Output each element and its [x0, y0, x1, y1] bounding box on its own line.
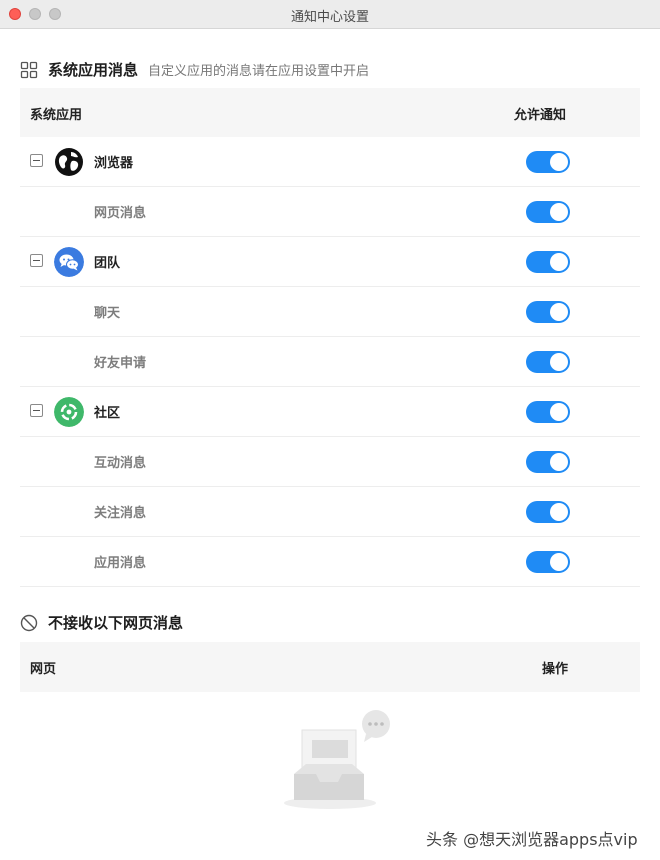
sub-label-interaction-messages: 互动消息	[94, 456, 147, 471]
toggle-knob	[550, 503, 568, 521]
system-apps-section-header: 系统应用消息 自定义应用的消息请在应用设置中开启	[20, 59, 369, 80]
toggle-community[interactable]	[526, 401, 570, 423]
toggle-knob	[550, 403, 568, 421]
toggle-web-messages[interactable]	[526, 201, 570, 223]
app-row-browser: 浏览器	[20, 137, 640, 187]
title-bar: 通知中心设置	[0, 0, 660, 29]
toggle-knob	[550, 203, 568, 221]
sub-label-friend-requests: 好友申请	[94, 356, 147, 371]
toggle-chat[interactable]	[526, 301, 570, 323]
grid-icon	[20, 61, 38, 78]
sub-row-chat: 聊天	[20, 287, 640, 337]
system-apps-section-title: 系统应用消息	[48, 61, 139, 79]
column-header-page: 网页	[30, 662, 57, 677]
toggle-knob	[550, 553, 568, 571]
sub-row-interaction-messages: 互动消息	[20, 437, 640, 487]
blocked-pages-table-header: 网页 操作	[20, 642, 640, 692]
watermark-text: 头条 @想天浏览器apps点vip	[426, 830, 638, 849]
toggle-knob	[550, 253, 568, 271]
blocked-pages-section-title: 不接收以下网页消息	[48, 614, 184, 632]
globe-icon	[55, 148, 83, 176]
sub-label-web-messages: 网页消息	[94, 206, 147, 221]
sub-label-app-messages: 应用消息	[94, 556, 147, 571]
toggle-knob	[550, 453, 568, 471]
sub-row-app-messages: 应用消息	[20, 537, 640, 587]
block-icon	[20, 614, 38, 631]
chat-bubbles-icon	[54, 247, 84, 277]
toggle-friend-requests[interactable]	[526, 351, 570, 373]
toggle-knob	[550, 153, 568, 171]
system-apps-table-header: 系统应用 允许通知	[20, 88, 640, 137]
collapse-toggle[interactable]	[30, 404, 43, 417]
system-apps-section-description: 自定义应用的消息请在应用设置中开启	[148, 64, 370, 79]
sub-row-web-messages: 网页消息	[20, 187, 640, 237]
sub-row-friend-requests: 好友申请	[20, 337, 640, 387]
sub-label-chat: 聊天	[94, 306, 121, 321]
column-header-app: 系统应用	[30, 108, 83, 123]
toggle-follow-messages[interactable]	[526, 501, 570, 523]
window-title: 通知中心设置	[290, 10, 369, 25]
column-header-allow: 允许通知	[514, 108, 567, 123]
community-icon	[54, 397, 84, 427]
app-label-team: 团队	[94, 256, 121, 271]
app-row-team: 团队	[20, 237, 640, 287]
blocked-pages-section-header: 不接收以下网页消息	[20, 612, 183, 633]
toggle-app-messages[interactable]	[526, 551, 570, 573]
app-label-community: 社区	[94, 406, 121, 421]
toggle-interaction-messages[interactable]	[526, 451, 570, 473]
empty-inbox-icon	[284, 710, 390, 809]
toggle-browser[interactable]	[526, 151, 570, 173]
sub-label-follow-messages: 关注消息	[94, 506, 147, 521]
sub-row-follow-messages: 关注消息	[20, 487, 640, 537]
collapse-toggle[interactable]	[30, 154, 43, 167]
column-header-action: 操作	[542, 662, 569, 677]
toggle-knob	[550, 303, 568, 321]
app-label-browser: 浏览器	[94, 156, 134, 171]
collapse-toggle[interactable]	[30, 254, 43, 267]
toggle-team[interactable]	[526, 251, 570, 273]
app-row-community: 社区	[20, 387, 640, 437]
toggle-knob	[550, 353, 568, 371]
